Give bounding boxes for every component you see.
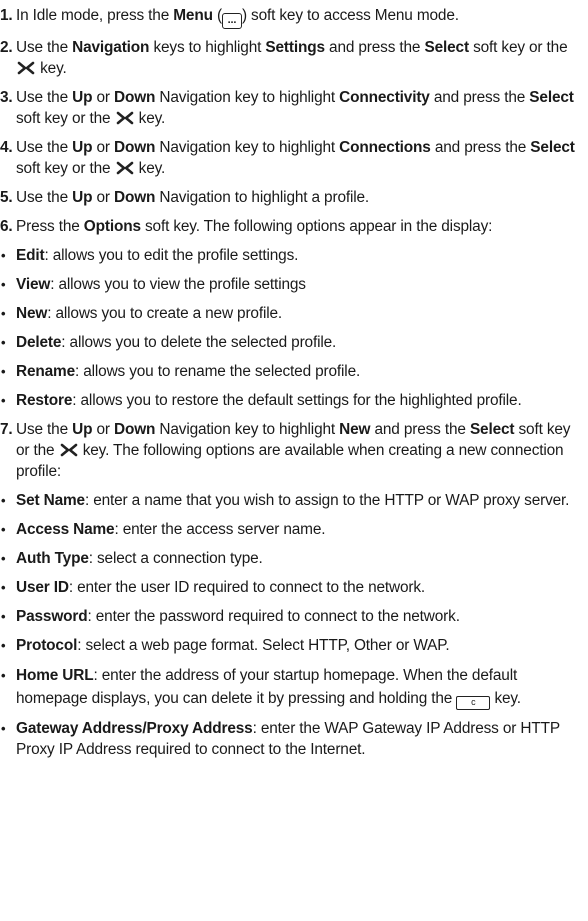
field-home-url: • Home URL: enter the address of your sta…: [0, 664, 588, 710]
select-key-icon: [17, 61, 35, 75]
menu-key-icon: ...: [221, 13, 242, 29]
step-5: 5. Use the Up or Down Navigation to high…: [0, 189, 370, 206]
bullet-icon: •: [1, 393, 6, 408]
field-access-name: • Access Name: enter the access server na…: [1, 521, 326, 538]
step-2: 2. Use the Navigation keys to highlight …: [0, 39, 568, 77]
step-number: 5.: [0, 189, 13, 206]
field-auth-type: • Auth Type: select a connection type.: [1, 550, 263, 567]
bullet-icon: •: [1, 580, 6, 595]
step-7: 7. Use the Up or Down Navigation key to …: [0, 421, 571, 480]
option-view: • View: allows you to view the profile se…: [1, 276, 306, 293]
field-user-id: • User ID: enter the user ID required to …: [1, 579, 426, 596]
bullet-icon: •: [1, 277, 6, 292]
step-number: 7.: [0, 421, 13, 438]
instructions-page: 1. In Idle mode, press the Menu (...) so…: [0, 5, 588, 768]
bullet-icon: •: [1, 551, 6, 566]
bullet-icon: •: [1, 364, 6, 379]
select-key-icon: [116, 161, 133, 175]
step-number: 6.: [0, 218, 13, 235]
bullet-icon: •: [1, 493, 6, 508]
bullet-icon: •: [1, 668, 6, 683]
option-restore: • Restore: allows you to restore the defa…: [1, 392, 522, 409]
step-number: 2.: [0, 39, 13, 56]
bullet-icon: •: [1, 609, 6, 624]
step-1: 1. In Idle mode, press the Menu (...) so…: [0, 5, 588, 29]
bullet-icon: •: [1, 522, 6, 537]
step-4: 4. Use the Up or Down Navigation key to …: [0, 139, 575, 177]
step-number: 1.: [0, 7, 13, 24]
bullet-icon: •: [1, 306, 6, 321]
step-3: 3. Use the Up or Down Navigation key to …: [0, 89, 574, 127]
clear-key-icon: c: [456, 696, 491, 710]
bullet-icon: •: [1, 638, 6, 653]
bullet-icon: •: [1, 335, 6, 350]
option-new: • New: allows you to create a new profile…: [1, 305, 283, 322]
select-key-icon: [60, 443, 77, 457]
step-6: 6. Press the Options soft key. The follo…: [0, 218, 493, 235]
option-rename: • Rename: allows you to rename the select…: [1, 363, 361, 380]
field-set-name: • Set Name: enter a name that you wish to…: [1, 492, 570, 509]
field-protocol: • Protocol: select a web page format. Sel…: [1, 637, 450, 654]
bullet-icon: •: [1, 721, 6, 736]
step-number: 3.: [0, 89, 13, 106]
bullet-icon: •: [1, 248, 6, 263]
option-delete: • Delete: allows you to delete the select…: [1, 334, 337, 351]
field-password: • Password: enter the password required t…: [1, 608, 460, 625]
select-key-icon: [116, 111, 133, 125]
option-edit: • Edit: allows you to edit the profile se…: [1, 247, 299, 264]
field-gateway-address: • Gateway Address/Proxy Address: enter th…: [1, 720, 560, 758]
step-number: 4.: [0, 139, 13, 156]
